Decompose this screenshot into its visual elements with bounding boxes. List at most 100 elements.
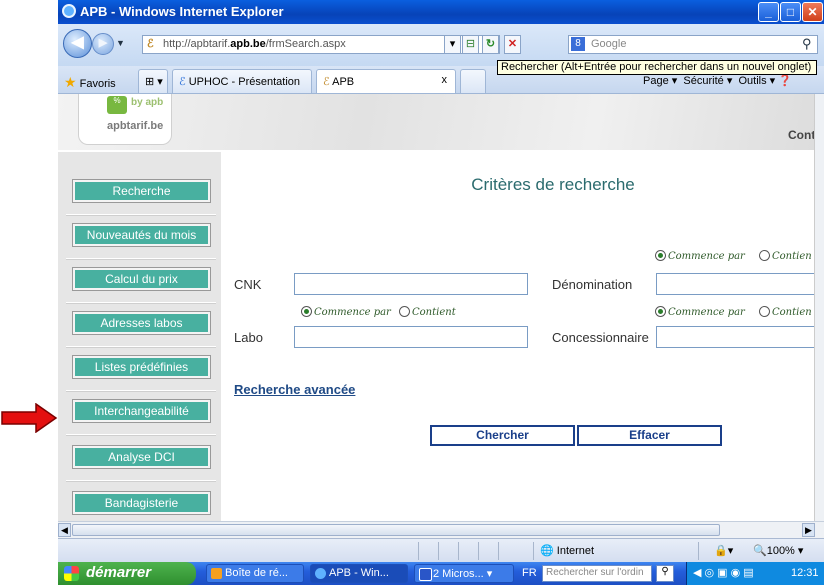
scroll-thumb[interactable] xyxy=(72,524,720,536)
start-button[interactable]: démarrer xyxy=(58,562,196,585)
sidebar-item-nouveautes[interactable]: Nouveautés du mois xyxy=(72,223,211,247)
concessionnaire-input[interactable] xyxy=(656,326,824,348)
quick-tabs-button[interactable]: ⊞ ▾ xyxy=(138,69,168,93)
url-path: /frmSearch.aspx xyxy=(265,38,346,50)
refresh-icon[interactable]: ↻ xyxy=(482,35,499,54)
address-dropdown-icon[interactable]: ▾ xyxy=(444,35,461,54)
zone-label: Internet xyxy=(556,545,595,557)
radio-unchecked-icon xyxy=(759,250,770,261)
logo-name: apbtarif.be xyxy=(107,120,164,132)
forward-button[interactable]: ▶ xyxy=(92,33,114,55)
internet-zone[interactable]: 🌐 Internet xyxy=(540,544,594,557)
maximize-button[interactable]: □ xyxy=(780,2,801,22)
clock[interactable]: 12:31 xyxy=(791,567,819,579)
security-menu[interactable]: Sécurité ▾ xyxy=(683,75,732,87)
sidebar-item-listes-predefinies[interactable]: Listes prédéfinies xyxy=(72,355,211,379)
new-tab-button[interactable] xyxy=(460,69,486,93)
desktop-search-icon[interactable]: ⚲ xyxy=(656,565,674,582)
help-icon[interactable]: ❓ xyxy=(778,75,792,87)
labo-input[interactable] xyxy=(294,326,528,348)
tab-apb-label: APB xyxy=(332,76,355,88)
zoom-control[interactable]: 🔍100% ▾ xyxy=(753,544,803,557)
taskbar-item-apb[interactable]: APB - Win... xyxy=(310,564,408,583)
vertical-scrollbar[interactable] xyxy=(814,94,824,521)
page-tab-icon: ℰ xyxy=(323,76,330,88)
radio-checked-icon xyxy=(301,306,312,317)
web-page: % by apb apbtarif.be Cont Recherche Nouv… xyxy=(58,94,824,521)
sidebar-item-adresses-labos[interactable]: Adresses labos xyxy=(72,311,211,335)
sidebar-item-analyse-dci[interactable]: Analyse DCI xyxy=(72,445,211,469)
site-logo[interactable]: % by apb apbtarif.be xyxy=(78,94,172,145)
history-dropdown-icon[interactable]: ▼ xyxy=(116,38,125,48)
url-domain: apb.be xyxy=(230,38,266,50)
site-banner: % by apb apbtarif.be Cont xyxy=(58,94,824,150)
radio-labo-starts[interactable]: Commence par xyxy=(301,306,391,319)
radio-label: Contient xyxy=(412,307,456,318)
minimize-button[interactable]: _ xyxy=(758,2,779,22)
ie-logo-icon xyxy=(62,4,76,18)
clear-button[interactable]: Effacer xyxy=(577,425,722,446)
divider xyxy=(533,542,534,560)
page-title: Critères de recherche xyxy=(471,175,635,194)
radio-concessionnaire-contains[interactable]: Contien xyxy=(759,306,812,319)
globe-icon: 🌐 xyxy=(540,545,554,557)
taskbar: démarrer Boîte de ré... APB - Win... 2 M… xyxy=(58,562,824,585)
red-arrow-annotation xyxy=(1,403,58,433)
search-icon[interactable]: ⚲ xyxy=(802,36,812,52)
divider xyxy=(66,258,216,260)
scroll-right-button[interactable]: ▶ xyxy=(802,523,815,537)
divider xyxy=(458,542,459,560)
divider xyxy=(478,542,479,560)
search-button[interactable]: Chercher xyxy=(430,425,575,446)
radio-checked-icon xyxy=(655,306,666,317)
windows-logo-icon xyxy=(64,566,79,581)
divider xyxy=(498,542,499,560)
window-title: APB - Windows Internet Explorer xyxy=(80,4,284,19)
protected-mode-icon[interactable]: 🔒▾ xyxy=(714,544,733,557)
scroll-left-button[interactable]: ◀ xyxy=(58,523,71,537)
tab-apb[interactable]: ℰ APB x xyxy=(316,69,456,93)
taskbar-item-word[interactable]: 2 Micros... ▾ xyxy=(414,564,514,583)
ie-tab-icon: ℰ xyxy=(179,76,186,88)
taskbar-item-inbox[interactable]: Boîte de ré... xyxy=(206,564,304,583)
radio-denomination-starts[interactable]: Commence par xyxy=(655,250,745,263)
sidebar-menu: Recherche Nouveautés du mois Calcul du p… xyxy=(58,152,223,521)
compat-view-icon[interactable]: ⊟ xyxy=(462,35,479,54)
radio-denomination-contains[interactable]: Contien xyxy=(759,250,812,263)
page-menu[interactable]: Page ▾ xyxy=(643,75,677,87)
word-icon xyxy=(419,568,432,581)
tab-close-button[interactable]: x xyxy=(442,74,448,86)
tray-icons[interactable]: ◀ ◎ ▣ ◉ ▤ xyxy=(693,566,754,579)
stop-icon[interactable]: ✕ xyxy=(504,35,521,54)
advanced-search-link[interactable]: Recherche avancée xyxy=(234,382,355,397)
star-icon: ★ xyxy=(64,74,77,90)
search-input[interactable]: Google xyxy=(568,35,818,54)
sidebar-item-interchangeabilite[interactable]: Interchangeabilité xyxy=(72,399,211,423)
contact-link[interactable]: Cont xyxy=(788,128,815,142)
window-title-bar[interactable]: APB - Windows Internet Explorer _ □ ✕ xyxy=(58,0,824,24)
close-button[interactable]: ✕ xyxy=(802,2,823,22)
desktop-search-input[interactable]: Rechercher sur l'ordin xyxy=(542,565,652,582)
favorites-button[interactable]: ★ Favoris xyxy=(64,74,116,91)
logo-by-text: by apb xyxy=(131,97,164,108)
concessionnaire-label: Concessionnaire xyxy=(552,330,649,345)
radio-checked-icon xyxy=(655,250,666,261)
system-tray: ◀ ◎ ▣ ◉ ▤ 12:31 xyxy=(686,562,824,585)
outlook-icon xyxy=(211,568,222,579)
divider xyxy=(66,214,216,216)
search-tooltip: Rechercher (Alt+Entrée pour rechercher d… xyxy=(497,60,817,75)
language-indicator[interactable]: FR xyxy=(522,567,537,579)
horizontal-scrollbar[interactable]: ◀ ▶ xyxy=(58,521,824,538)
radio-concessionnaire-starts[interactable]: Commence par xyxy=(655,306,745,319)
back-button[interactable]: ◀ xyxy=(63,29,92,58)
sidebar-item-calcul-prix[interactable]: Calcul du prix xyxy=(72,267,211,291)
sidebar-item-bandagisterie[interactable]: Bandagisterie xyxy=(72,491,211,515)
logo-mark: % xyxy=(107,96,127,114)
sidebar-item-recherche[interactable]: Recherche xyxy=(72,179,211,203)
tools-menu[interactable]: Outils ▾ xyxy=(738,75,775,87)
cnk-input[interactable] xyxy=(294,273,528,295)
zoom-level: 100% xyxy=(766,545,795,557)
radio-labo-contains[interactable]: Contient xyxy=(399,306,456,319)
tab-uphoc[interactable]: ℰ UPHOC - Présentation xyxy=(172,69,312,93)
denomination-input[interactable] xyxy=(656,273,824,295)
